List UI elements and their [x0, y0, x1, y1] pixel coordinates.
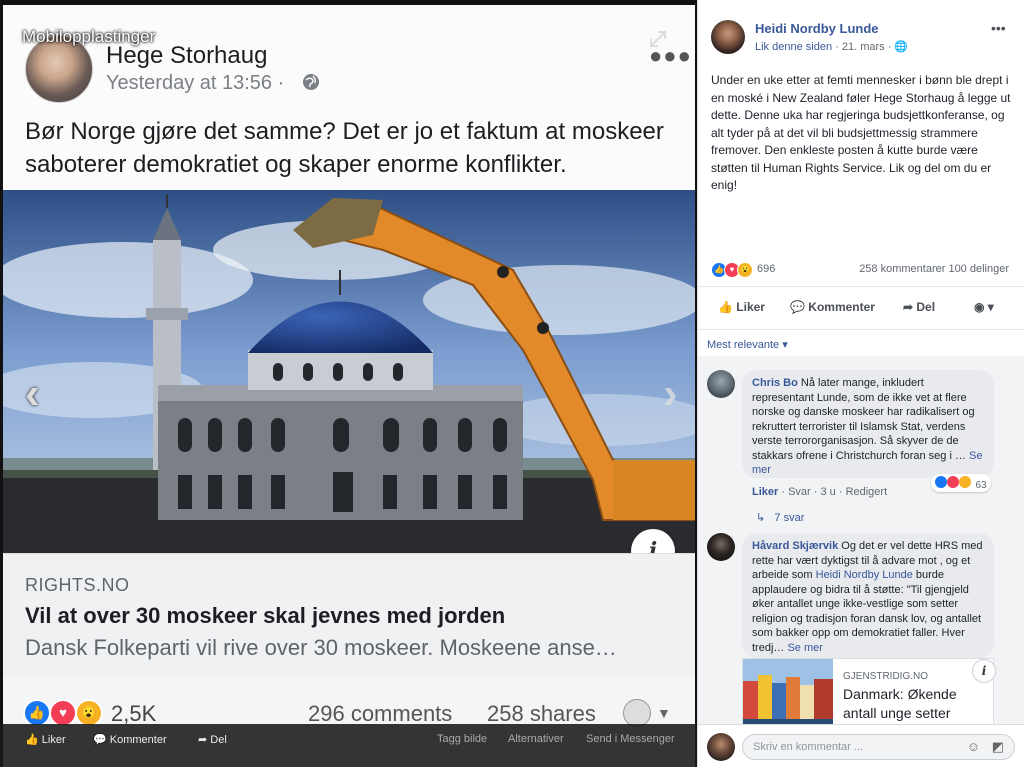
thumbs-up-icon: 👍 [25, 734, 42, 746]
commenter-avatar[interactable] [707, 370, 735, 398]
viewer-avatar [623, 699, 651, 727]
post-time: Yesterday at 13:56 · [106, 72, 285, 94]
comment-reactions[interactable]: 63 [931, 474, 991, 492]
globe-icon [303, 74, 319, 90]
link-thumbnail [743, 659, 833, 724]
post-image [3, 190, 695, 553]
globe-icon: 🌐 [894, 41, 909, 53]
more-options-icon[interactable]: ••• [991, 20, 1006, 36]
user-avatar [707, 733, 735, 761]
like-button[interactable]: 👍 Liker [25, 733, 66, 746]
page-avatar[interactable] [711, 20, 745, 54]
comment-author[interactable]: Chris Bo [752, 377, 798, 389]
previous-photo-button[interactable]: ‹ [25, 369, 40, 419]
comment-button[interactable]: 💬 Kommenter [790, 300, 875, 314]
post-text: Bør Norge gjøre det samme? Det er jo et … [25, 118, 664, 178]
share-button[interactable]: ➦ Del [903, 300, 935, 314]
album-label[interactable]: Mobilopplastinger [22, 27, 155, 47]
commenter-avatar[interactable] [707, 533, 735, 561]
wow-reaction-icon: 😮 [737, 262, 753, 278]
comment-icon: 💬 [93, 734, 110, 746]
mention-link[interactable]: Heidi Nordby Lunde [816, 569, 913, 581]
comment-link-preview[interactable]: GJENSTRIDIG.NO Danmark: Økende antall un… [742, 658, 996, 724]
screenshot-photo: Hege Storhaug Yesterday at 13:56 · ●●● B… [3, 5, 695, 767]
sticker-icon[interactable]: ◩ [992, 739, 1004, 755]
comment-share-stats[interactable]: 258 kommentarer 100 delinger [859, 263, 1009, 275]
thumbs-up-icon: 👍 [718, 300, 737, 314]
love-reaction-icon: ♥ [49, 699, 77, 727]
comment-edited: Redigert [845, 486, 888, 498]
like-reaction-icon: 👍 [23, 699, 51, 727]
see-more-link[interactable]: Se mer [787, 642, 822, 654]
comment-input[interactable]: Skriv en kommentar ... ☺ ◩ [742, 734, 1015, 760]
next-photo-button[interactable]: › [663, 369, 678, 419]
emoji-icon[interactable]: ☺ [967, 739, 980, 754]
comment-composer: Skriv en kommentar ... ☺ ◩ [698, 724, 1024, 767]
mosque-demolition-image [3, 190, 695, 553]
view-replies-link[interactable]: ↳ 7 svar [756, 511, 804, 524]
info-icon[interactable]: i [972, 659, 996, 683]
options-button[interactable]: Alternativer [508, 733, 564, 745]
wow-reaction-icon: 😮 [75, 699, 103, 727]
comment-icon: 💬 [790, 300, 809, 314]
link-domain: RIGHTS.NO [25, 575, 130, 595]
share-button[interactable]: ➦ Del [198, 733, 227, 746]
comment-time[interactable]: 3 u [820, 486, 835, 498]
link-description: Dansk Folkeparti vil rive over 30 moskee… [25, 635, 617, 660]
reaction-summary: 👍 ♥ 😮 696 258 kommentarer 100 delinger [711, 262, 1015, 280]
laugh-reaction-icon [959, 476, 971, 488]
share-icon: ➦ [903, 300, 917, 314]
like-button[interactable]: 👍 Liker [718, 300, 765, 314]
comment-reaction-count: 63 [975, 480, 987, 491]
post-description: Under en uke etter at femti mennesker i … [711, 73, 1011, 192]
share-icon: ➦ [198, 734, 211, 746]
like-reaction-icon [935, 476, 947, 488]
tag-photo-button[interactable]: Tagg bilde [437, 733, 487, 745]
link-title[interactable]: Vil at over 30 moskeer skal jevnes med j… [25, 603, 505, 629]
post-subtitle: Lik denne siden · 21. mars · 🌐 [755, 40, 908, 53]
photo-action-bar: 👍 Liker 💬 Kommenter ➦ Del Tagg bilde Alt… [0, 724, 697, 767]
post-as-selector[interactable]: ◉ ▾ [974, 300, 994, 314]
link-domain: GJENSTRIDIG.NO [843, 671, 929, 682]
comment-sort-dropdown[interactable]: Mest relevante ▾ [707, 338, 788, 351]
comment-like-link[interactable]: Liker [752, 486, 778, 498]
link-title[interactable]: Danmark: Økende antall unge setter [843, 685, 988, 723]
comment-text: Nå later mange, inkludert representant L… [752, 377, 975, 462]
reaction-count[interactable]: 696 [757, 263, 775, 275]
send-messenger-button[interactable]: Send i Messenger [586, 733, 675, 745]
comment-bubble: Håvard Skjærvik Og det er vel dette HRS … [742, 533, 994, 658]
comment-meta: Liker · Svar · 3 u · Redigert [752, 486, 888, 498]
comment-text-continued: burde applaudere og bidra til å støtte: … [752, 569, 982, 654]
comments-list: Chris Bo Nå later mange, inkludert repre… [698, 356, 1024, 724]
page-name[interactable]: Heidi Nordby Lunde [755, 21, 879, 36]
post-actions: 👍 Liker 💬 Kommenter ➦ Del ◉ ▾ [698, 286, 1024, 330]
comment-bubble: Chris Bo Nå later mange, inkludert repre… [742, 370, 994, 478]
comment-button[interactable]: 💬 Kommenter [93, 733, 167, 746]
reply-arrow-icon: ↳ [756, 512, 769, 524]
chevron-down-icon[interactable]: ▼ [657, 705, 671, 721]
post-sidebar: Heidi Nordby Lunde Lik denne siden · 21.… [697, 0, 1024, 767]
expand-icon[interactable] [647, 28, 669, 50]
post-date[interactable]: · 21. mars · [835, 41, 891, 53]
comment-author[interactable]: Håvard Skjærvik [752, 540, 838, 552]
photo-theater: Hege Storhaug Yesterday at 13:56 · ●●● B… [0, 0, 1024, 767]
photo-viewer: Hege Storhaug Yesterday at 13:56 · ●●● B… [0, 0, 697, 767]
comment-reply-link[interactable]: Svar [788, 486, 811, 498]
like-page-link[interactable]: Lik denne siden [755, 41, 832, 53]
love-reaction-icon [947, 476, 959, 488]
